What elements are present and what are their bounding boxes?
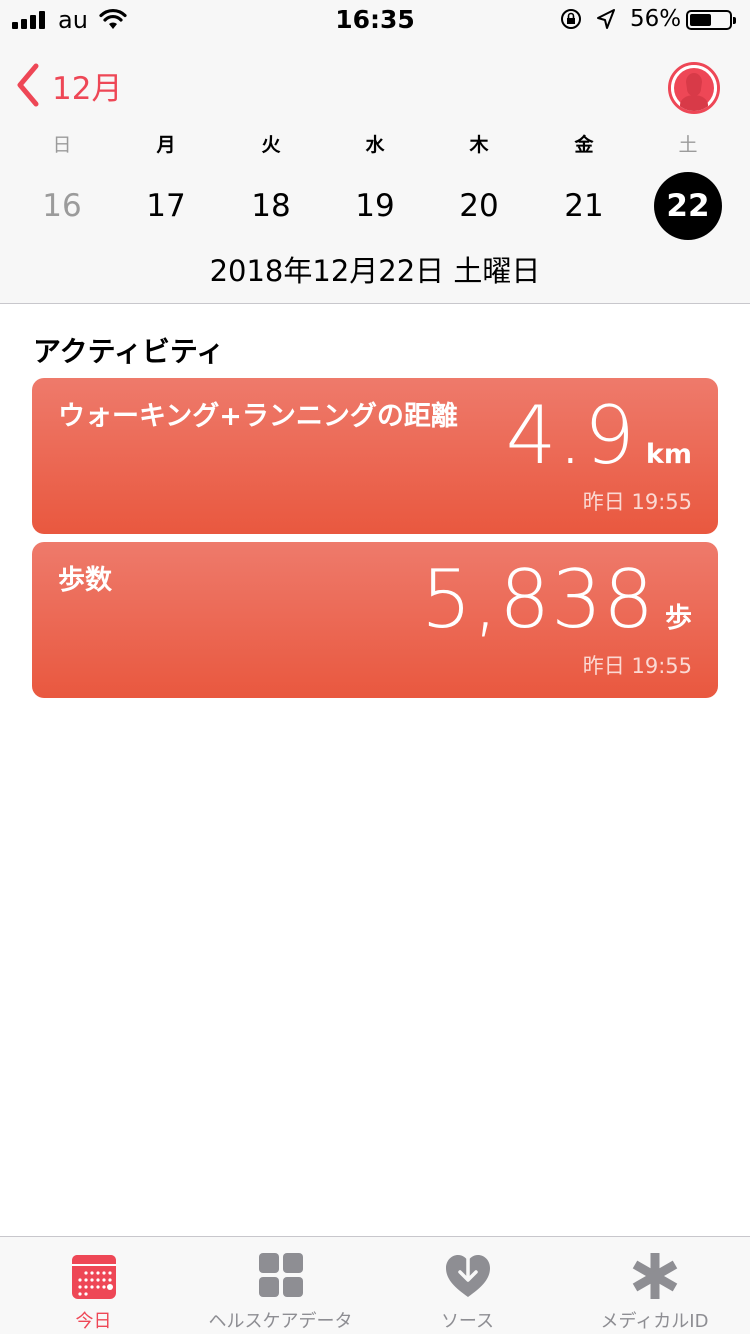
weekday-label: 木	[469, 134, 489, 156]
date-18[interactable]: 18	[237, 172, 305, 240]
grid-icon	[258, 1253, 303, 1297]
distance-value: 4.9	[505, 389, 636, 482]
location-arrow-icon	[597, 9, 615, 29]
date-20[interactable]: 20	[445, 172, 513, 240]
rotation-lock-icon	[561, 9, 581, 29]
date-19[interactable]: 19	[341, 172, 409, 240]
date-21[interactable]: 21	[550, 172, 618, 240]
card-timestamp: 昨日 19:55	[582, 490, 692, 514]
card-timestamp: 昨日 19:55	[582, 654, 692, 678]
calendar-header: 12月 日 16 月 17 火 18 水 19 木 20 金 21 土 22 2…	[0, 40, 750, 304]
asterisk-icon	[632, 1253, 677, 1299]
weekday-label: 土	[678, 134, 698, 156]
status-bar: au 16:35 56%	[0, 0, 750, 40]
tab-bar: 今日 ヘルスケアデータ ソース メディカルID	[0, 1236, 750, 1334]
battery-percent: 56%	[630, 6, 682, 32]
date-22-selected[interactable]: 22	[654, 172, 722, 240]
battery-icon	[686, 10, 736, 30]
steps-card[interactable]: 歩数 5,838 歩 昨日 19:55	[32, 542, 718, 698]
date-16[interactable]: 16	[28, 172, 96, 240]
tab-label: 今日	[75, 1311, 112, 1332]
health-app-screen: au 16:35 56% 12月 日 16 月 17 火 18 水 19 木 2…	[0, 0, 750, 1334]
tab-health-data[interactable]: ヘルスケアデータ	[187, 1237, 374, 1334]
tab-label: メディカルID	[600, 1311, 709, 1332]
card-title: ウォーキング+ランニングの距離	[58, 401, 458, 432]
steps-unit: 歩	[665, 603, 692, 634]
date-17[interactable]: 17	[132, 172, 200, 240]
chevron-left-icon	[17, 63, 39, 107]
tab-label: ソース	[440, 1311, 495, 1332]
selected-full-date: 2018年12月22日 土曜日	[209, 254, 541, 288]
tab-medical-id[interactable]: メディカルID	[561, 1237, 748, 1334]
weekday-label: 水	[365, 134, 385, 156]
weekday-label: 金	[574, 134, 594, 156]
person-icon	[671, 65, 717, 111]
steps-value: 5,838	[420, 553, 655, 646]
weekday-label: 火	[261, 134, 281, 156]
card-value: 5,838 歩	[421, 558, 692, 642]
distance-unit: km	[645, 439, 692, 470]
card-value: 4.9 km	[506, 394, 692, 478]
card-title: 歩数	[58, 565, 112, 596]
weekday-label: 日	[52, 134, 72, 156]
heart-download-icon	[445, 1255, 490, 1297]
tab-sources[interactable]: ソース	[374, 1237, 561, 1334]
tab-label: ヘルスケアデータ	[208, 1311, 353, 1332]
calendar-icon	[71, 1255, 116, 1299]
back-label: 12月	[52, 70, 123, 107]
back-to-month-button[interactable]: 12月	[14, 60, 122, 110]
weekday-label: 月	[156, 134, 176, 156]
tab-today[interactable]: 今日	[0, 1237, 187, 1334]
section-title-activity: アクティビティ	[33, 335, 225, 368]
distance-card[interactable]: ウォーキング+ランニングの距離 4.9 km 昨日 19:55	[32, 378, 718, 534]
profile-avatar-button[interactable]	[668, 62, 720, 114]
